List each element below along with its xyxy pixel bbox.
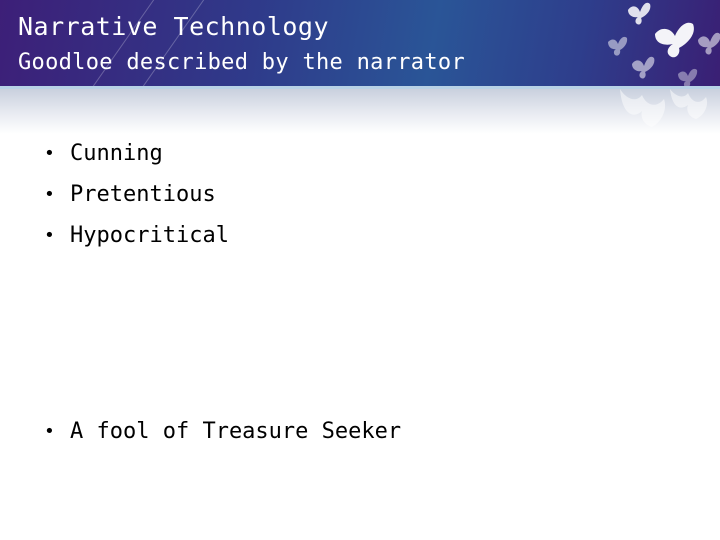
bullet-list-lower: • A fool of Treasure Seeker bbox=[44, 416, 401, 448]
slide-subtitle: Goodloe described by the narrator bbox=[18, 50, 465, 75]
bullet-marker: • bbox=[44, 142, 55, 164]
bullet-text: Pretentious bbox=[70, 181, 216, 207]
bullet-list: • Cunning • Pretentious • Hypocritical bbox=[44, 133, 229, 256]
title-banner: Narrative Technology Goodloe described b… bbox=[0, 0, 720, 86]
bullet-item: • Pretentious bbox=[44, 174, 229, 215]
bullet-marker: • bbox=[44, 224, 55, 246]
butterflies-reflection-icon bbox=[620, 89, 708, 127]
bullet-text: Cunning bbox=[70, 140, 163, 166]
bullet-marker: • bbox=[44, 421, 55, 442]
bullet-text: Hypocritical bbox=[70, 222, 229, 248]
bullet-item: • Cunning bbox=[44, 133, 229, 174]
bullet-text: A fool of Treasure Seeker bbox=[70, 419, 402, 444]
bullet-item: • Hypocritical bbox=[44, 215, 229, 256]
butterflies-icon bbox=[608, 2, 720, 86]
header-reflection bbox=[0, 89, 720, 134]
bullet-item: • A fool of Treasure Seeker bbox=[44, 416, 401, 448]
slide-title: Narrative Technology bbox=[18, 12, 330, 41]
bullet-marker: • bbox=[44, 183, 55, 205]
